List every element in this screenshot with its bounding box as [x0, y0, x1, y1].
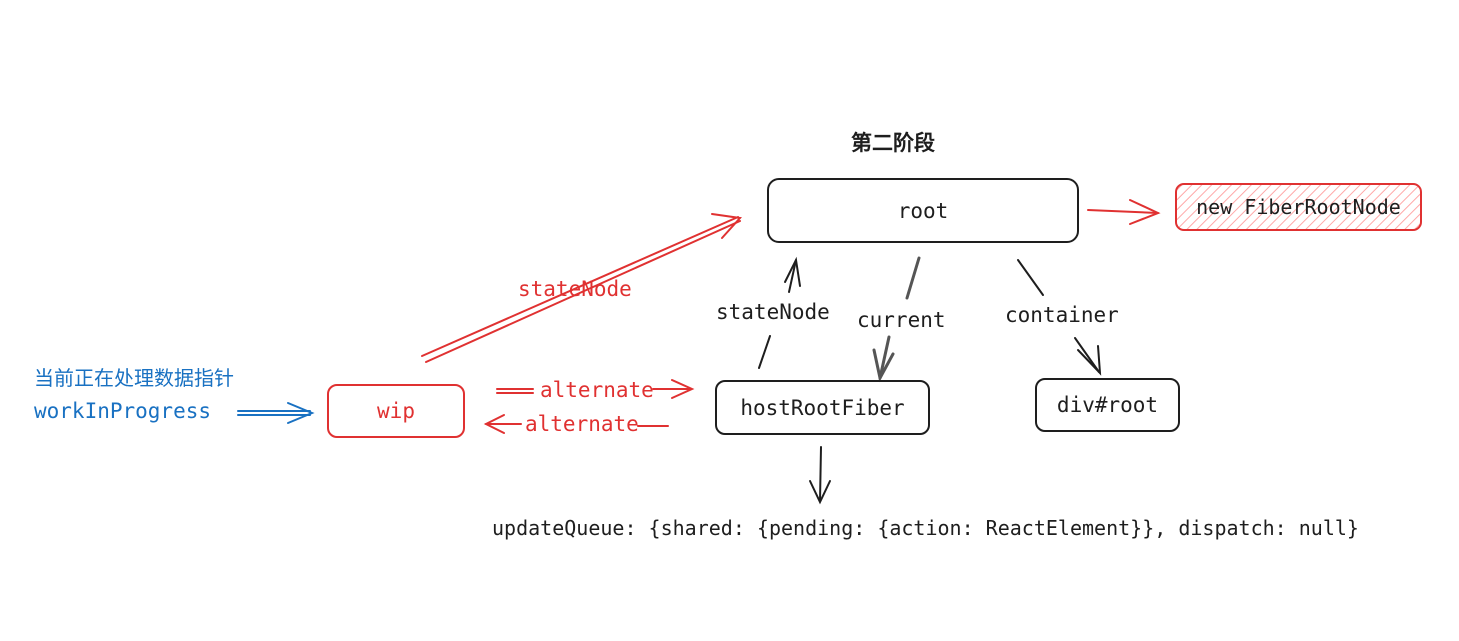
- root-to-fiber-root-arrow: [1087, 199, 1161, 225]
- host-root-fiber-node: hostRootFiber: [715, 380, 930, 435]
- wip-node: wip: [327, 384, 465, 438]
- root-node: root: [767, 178, 1079, 243]
- update-queue-text: updateQueue: {shared: {pending: {action:…: [492, 516, 1359, 540]
- pointer-annotation-line2: workInProgress: [34, 399, 212, 423]
- container-label: container: [1005, 303, 1119, 327]
- alternate-forward-label: alternate: [540, 378, 654, 402]
- pointer-annotation-line1: 当前正在处理数据指针: [34, 366, 234, 390]
- host-to-update-queue-arrow: [809, 446, 831, 505]
- alternate-back-label: alternate: [525, 412, 639, 436]
- fiber-root-node: new FiberRootNode: [1196, 195, 1401, 219]
- wip-state-node-label: stateNode: [518, 277, 632, 301]
- current-label: current: [857, 308, 946, 332]
- diagram-title: 第二阶段: [851, 131, 935, 155]
- pointer-to-wip-arrow: [237, 402, 315, 424]
- host-state-node-label: stateNode: [716, 300, 830, 324]
- div-root-node: div#root: [1035, 378, 1180, 432]
